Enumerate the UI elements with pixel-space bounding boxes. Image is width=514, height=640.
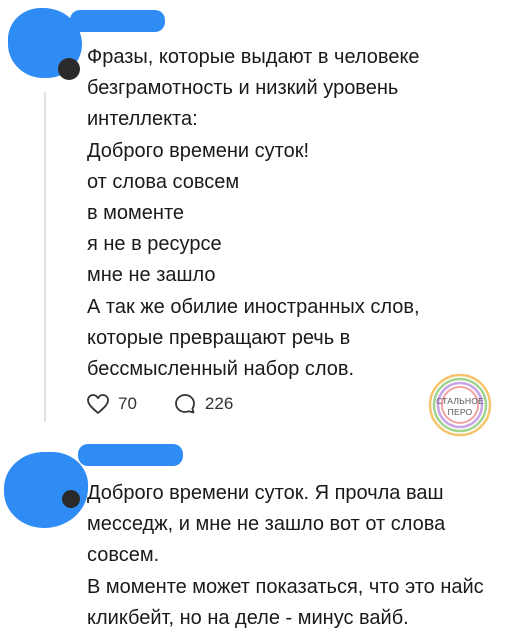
redacted-username-2: [78, 444, 183, 466]
watermark-text-1: СТАЛЬНОЕ: [436, 396, 484, 406]
post-text-2: Доброго времени суток. Я прочла ваш месс…: [87, 482, 484, 629]
reply-button[interactable]: 226: [173, 392, 233, 416]
reply-count: 226: [204, 394, 234, 413]
thread-line: [44, 92, 46, 422]
heart-icon: [87, 394, 109, 414]
redacted-username-1: [70, 10, 165, 32]
redacted-avatar-2: [4, 452, 88, 528]
post-text-1: Фразы, которые выдают в человеке безграм…: [87, 46, 420, 381]
watermark-text-2: ПЕРО: [447, 407, 473, 417]
watermark-logo: СТАЛЬНОЕ ПЕРО: [427, 372, 493, 438]
comment-icon: [175, 394, 195, 414]
avatar-badge-1: [58, 58, 80, 80]
avatar-badge-2: [62, 490, 80, 508]
post-actions: 70 226: [86, 392, 233, 416]
like-button[interactable]: 70: [86, 393, 137, 415]
like-count: 70: [118, 394, 137, 413]
